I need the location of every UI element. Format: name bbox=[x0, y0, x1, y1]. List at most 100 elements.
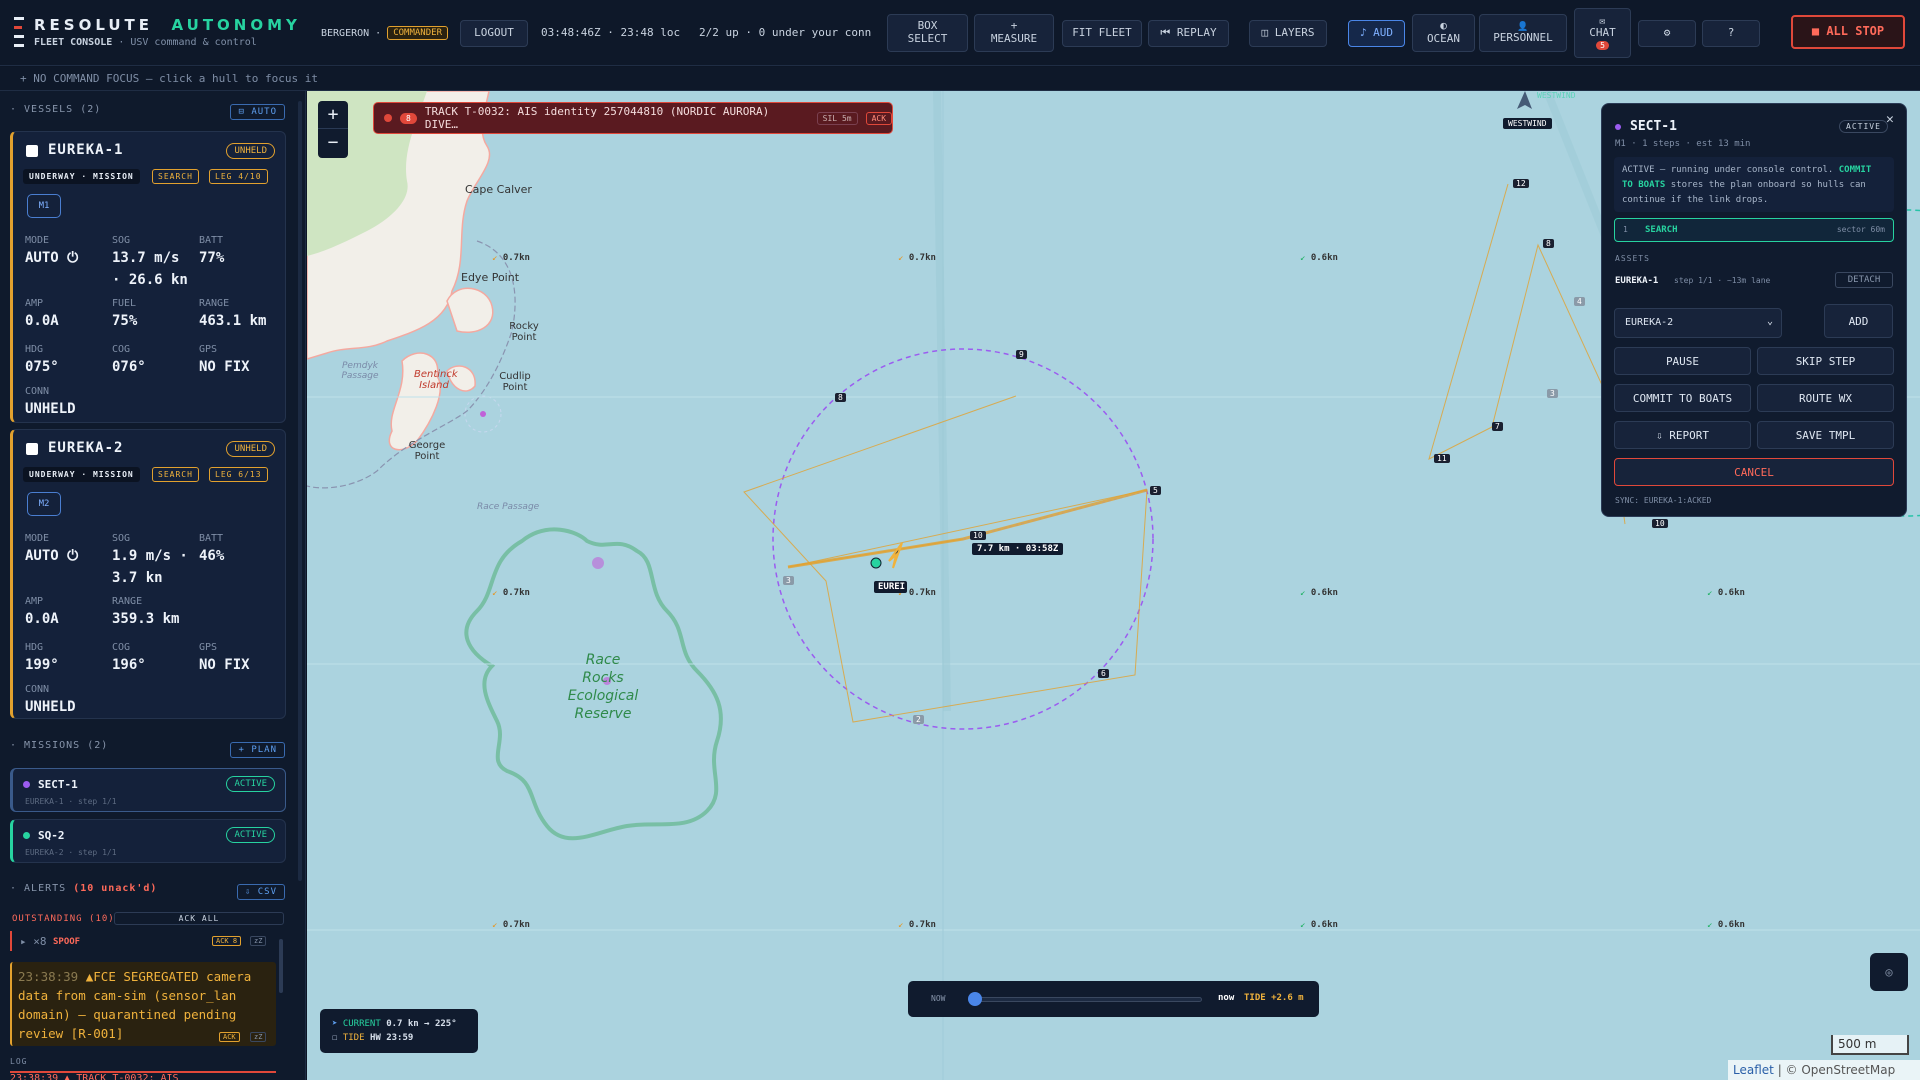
vessel-position bbox=[870, 557, 882, 569]
timeline-track[interactable] bbox=[970, 997, 1202, 1002]
mission-item-sq-2[interactable]: SQ-2 EUREKA-2 · step 1/1 ACTIVE bbox=[10, 819, 286, 863]
brand-subtitle: FLEET CONSOLE · USV command & control bbox=[34, 37, 257, 48]
waypoint-marker[interactable]: 2 bbox=[913, 715, 924, 724]
spoof-snooze-button[interactable]: zZ bbox=[250, 936, 267, 946]
log-header: LOG bbox=[10, 1057, 28, 1066]
mission-info-box: ACTIVE — running under console control. … bbox=[1614, 157, 1894, 212]
route-wx-button[interactable]: ROUTE WX bbox=[1757, 384, 1894, 412]
csv-button[interactable]: ⇩ CSV bbox=[236, 884, 285, 900]
waypoint-marker[interactable]: 10 bbox=[970, 531, 986, 540]
alert-ack-button[interactable]: ACK bbox=[219, 1032, 240, 1042]
vessel-card-eureka-1[interactable]: EUREKA-1 UNHELD UNDERWAY · MISSION SEARC… bbox=[10, 131, 286, 423]
waypoint-marker[interactable]: 7 bbox=[1492, 422, 1503, 431]
sidebar: · VESSELS (2) ⊟ AUTO EUREKA-1 UNHELD UND… bbox=[0, 91, 306, 1080]
shipping-lane bbox=[933, 91, 951, 712]
vessel-card-eureka-2[interactable]: EUREKA-2 UNHELD UNDERWAY · MISSION SEARC… bbox=[10, 429, 286, 719]
alerts-scrollbar[interactable] bbox=[279, 939, 283, 993]
spoof-ack-button[interactable]: ACK 8 bbox=[212, 936, 242, 946]
sidebar-scrollbar[interactable] bbox=[298, 101, 302, 881]
chat-button[interactable]: ✉ CHAT 5 bbox=[1574, 8, 1631, 58]
brand-logo-icon bbox=[14, 17, 24, 47]
waypoint-marker[interactable]: 8 bbox=[835, 393, 846, 402]
asset-detail: step 1/1 · ~13m lane bbox=[1674, 276, 1771, 285]
box-select-button[interactable]: BOX SELECT bbox=[887, 14, 968, 52]
personnel-button[interactable]: 👤 PERSONNEL bbox=[1479, 14, 1567, 52]
mission-item-sect-1[interactable]: SECT-1 EUREKA-1 · step 1/1 ACTIVE bbox=[10, 768, 286, 812]
timeline-handle[interactable] bbox=[968, 992, 982, 1006]
vessel-state: UNDERWAY · MISSION bbox=[23, 467, 140, 482]
mission-step[interactable]: 1 SEARCH sector 60m bbox=[1614, 218, 1894, 242]
detach-button[interactable]: DETACH bbox=[1835, 272, 1893, 288]
waypoint-marker[interactable]: 3 bbox=[783, 576, 794, 585]
timeline-control: NOW now TIDE +2.6 m bbox=[908, 981, 1319, 1017]
zoom-out-button[interactable]: − bbox=[318, 129, 348, 157]
waypoint-marker[interactable]: 5 bbox=[1150, 486, 1161, 495]
commit-to-boats-button[interactable]: COMMIT TO BOATS bbox=[1614, 384, 1751, 412]
task-tag: SEARCH bbox=[152, 169, 199, 184]
place-label: Edye Point bbox=[461, 271, 520, 284]
westwind-icon[interactable] bbox=[1517, 91, 1532, 109]
batt-label: BATT bbox=[199, 533, 224, 544]
zoom-in-button[interactable]: + bbox=[318, 101, 348, 129]
measure-button[interactable]: + MEASURE bbox=[974, 14, 1054, 52]
skip-step-button[interactable]: SKIP STEP bbox=[1757, 347, 1894, 375]
mission-chip[interactable]: M1 bbox=[27, 194, 61, 218]
cog-label: COG bbox=[112, 642, 131, 653]
locate-button[interactable]: ◎ bbox=[1870, 953, 1908, 991]
waypoint-marker[interactable]: 3 bbox=[1547, 389, 1558, 398]
mission-sub: EUREKA-2 · step 1/1 bbox=[25, 848, 117, 857]
waypoint-marker[interactable]: 10 bbox=[1652, 519, 1668, 528]
plan-button[interactable]: + PLAN bbox=[230, 742, 285, 758]
alert-item[interactable]: 23:38:39 ▲FCE SEGREGATED camera data fro… bbox=[10, 962, 276, 1046]
mission-chip[interactable]: M2 bbox=[27, 492, 61, 516]
save-template-button[interactable]: SAVE TMPL bbox=[1757, 421, 1894, 449]
waypoint-marker[interactable]: 6 bbox=[1098, 669, 1109, 678]
sog-knots-value: · 26.6 kn bbox=[112, 272, 188, 288]
spoof-alert-group[interactable]: ▸ ×8 SPOOF ACK 8 zZ bbox=[10, 931, 276, 951]
pause-button[interactable]: PAUSE bbox=[1614, 347, 1751, 375]
layers-button[interactable]: ◫ LAYERS bbox=[1249, 20, 1327, 47]
vessel-select-checkbox[interactable] bbox=[26, 145, 38, 157]
alerts-header: · ALERTS (10 unack'd) bbox=[10, 883, 158, 894]
waypoint-marker[interactable]: 8 bbox=[1543, 239, 1554, 248]
alert-dot-icon bbox=[384, 114, 392, 122]
waypoint-marker[interactable]: 9 bbox=[1016, 350, 1027, 359]
sq-2-route bbox=[1428, 183, 1626, 525]
current-arrow: ↙ 0.6kn bbox=[1707, 920, 1745, 930]
leaflet-link[interactable]: Leaflet bbox=[1733, 1063, 1774, 1077]
auto-button[interactable]: ⊟ AUTO bbox=[230, 104, 285, 120]
clock: 03:48:46Z · 23:48 loc bbox=[541, 26, 681, 39]
amp-value: 0.0A bbox=[25, 611, 59, 627]
cancel-mission-button[interactable]: CANCEL bbox=[1614, 458, 1894, 486]
ocean-button[interactable]: ◐ OCEAN bbox=[1412, 14, 1475, 52]
mission-panel-name: SECT-1 bbox=[1630, 119, 1677, 134]
help-button[interactable]: ? bbox=[1702, 20, 1760, 47]
ack-all-button[interactable]: ACK ALL bbox=[114, 912, 284, 925]
banner-ack-button[interactable]: ACK bbox=[865, 111, 893, 125]
vessel-select-checkbox[interactable] bbox=[26, 443, 38, 455]
add-asset-button[interactable]: ADD bbox=[1824, 304, 1893, 338]
alert-snooze-button[interactable]: zZ bbox=[250, 1032, 267, 1042]
assets-label: ASSETS bbox=[1615, 254, 1650, 263]
outstanding-label: OUTSTANDING (10) bbox=[12, 914, 115, 924]
place-label: Cape Calver bbox=[465, 183, 532, 196]
logout-button[interactable]: LOGOUT bbox=[460, 20, 528, 47]
conn-label: CONN bbox=[25, 684, 50, 695]
settings-button[interactable]: ⚙ bbox=[1638, 20, 1696, 47]
audio-toggle[interactable]: ♪ AUD bbox=[1348, 20, 1405, 47]
waypoint-marker[interactable]: 4 bbox=[1574, 297, 1585, 306]
all-stop-button[interactable]: ■ ALL STOP bbox=[1791, 15, 1905, 49]
vessel-icon[interactable] bbox=[888, 542, 903, 569]
westwind-label[interactable]: WESTWIND bbox=[1503, 118, 1552, 129]
asset-select[interactable]: EUREKA-2 ⌄ bbox=[1614, 308, 1782, 338]
track-alert-banner[interactable]: 8 TRACK T-0032: AIS identity 257044810 (… bbox=[373, 102, 893, 134]
waypoint-marker[interactable]: 12 bbox=[1513, 179, 1529, 188]
map-attribution: Leaflet | © OpenStreetMap bbox=[1728, 1060, 1920, 1080]
fit-fleet-button[interactable]: FIT FLEET bbox=[1062, 20, 1142, 47]
close-icon[interactable]: ✕ bbox=[1886, 112, 1894, 127]
report-button[interactable]: ⇩ REPORT bbox=[1614, 421, 1751, 449]
banner-silence-button[interactable]: SIL 5m bbox=[816, 111, 858, 125]
waypoint-marker[interactable]: 11 bbox=[1434, 454, 1450, 463]
replay-button[interactable]: ⏮ REPLAY bbox=[1148, 20, 1229, 47]
vessel-map-label[interactable]: EUREI bbox=[874, 581, 907, 593]
